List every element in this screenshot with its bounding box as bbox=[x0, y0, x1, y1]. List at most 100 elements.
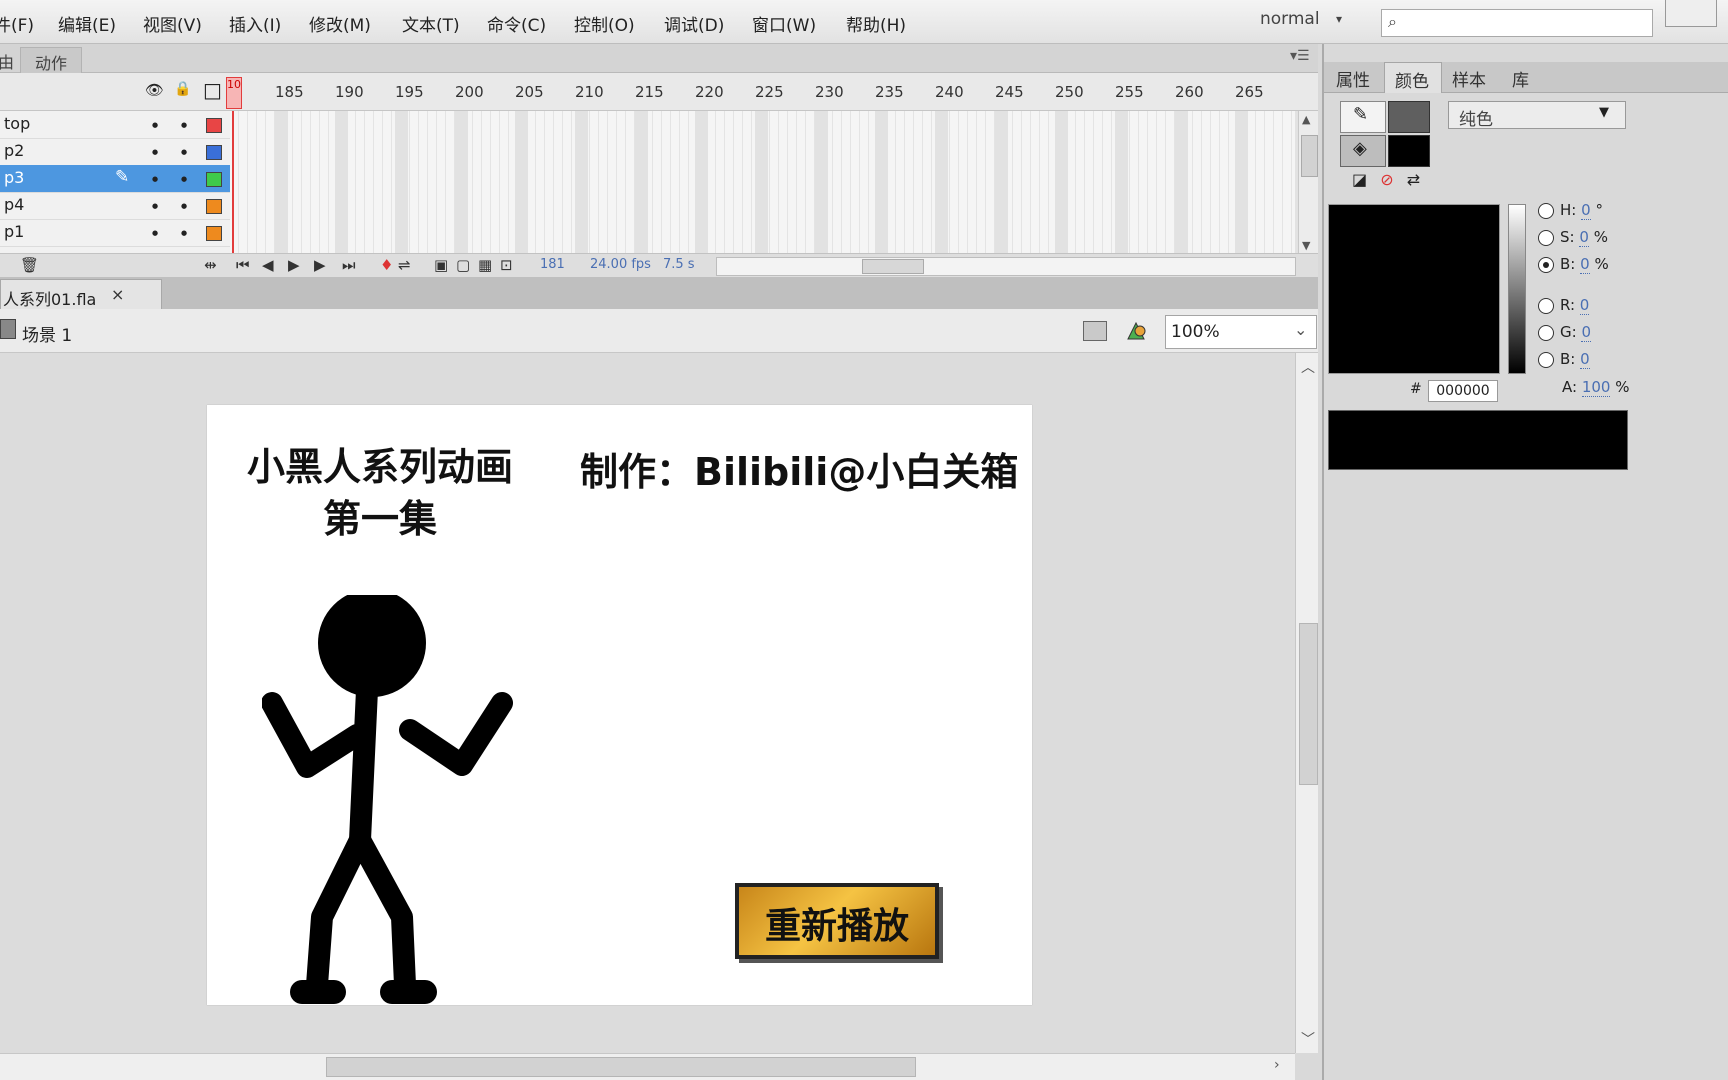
last-frame-icon[interactable]: ⏭ bbox=[342, 256, 356, 274]
edit-multiple-frames-icon[interactable]: ▦ bbox=[478, 256, 492, 274]
layer-outline-swatch[interactable] bbox=[206, 172, 222, 187]
blue-value[interactable]: 0 bbox=[1580, 350, 1590, 369]
search-input[interactable]: ⌕ bbox=[1381, 9, 1653, 37]
fill-color-tool[interactable]: ◈ bbox=[1340, 135, 1386, 167]
color-type-select[interactable]: 纯色 ▼ bbox=[1448, 101, 1626, 130]
visibility-dot[interactable]: ● bbox=[152, 148, 158, 156]
edit-symbols-icon[interactable] bbox=[1124, 319, 1148, 341]
menu-item-10[interactable]: 帮助(H) bbox=[846, 11, 906, 36]
scroll-up-icon[interactable]: ▲ bbox=[1302, 113, 1310, 126]
title-credit[interactable]: 制作：Bilibili@小白关箱 bbox=[580, 441, 1018, 496]
stage[interactable]: 小黑人系列动画 第一集 制作：Bilibili@小白关箱 重新播放 bbox=[207, 405, 1032, 1005]
first-frame-icon[interactable]: ⏮ bbox=[236, 256, 250, 274]
tab-motion-editor[interactable]: 动作 bbox=[20, 47, 82, 75]
prev-frame-icon[interactable]: ◀ bbox=[262, 256, 274, 274]
lock-dot[interactable]: ● bbox=[181, 229, 187, 237]
document-tab[interactable]: 人系列01.fla × bbox=[0, 279, 162, 310]
lock-dot[interactable]: ● bbox=[181, 202, 187, 210]
menu-item-5[interactable]: 文本(T) bbox=[402, 11, 460, 36]
scene-breadcrumb[interactable]: 场景 1 bbox=[22, 321, 72, 346]
resize-handle-icon[interactable]: ⇹ bbox=[204, 256, 217, 274]
scroll-thumb[interactable] bbox=[1301, 135, 1318, 177]
chevron-down-icon[interactable]: ﹀ bbox=[1301, 1029, 1315, 1049]
stroke-color-swatch[interactable] bbox=[1388, 101, 1430, 133]
red-value[interactable]: 0 bbox=[1579, 296, 1590, 315]
center-frame-icon[interactable]: ♦ bbox=[380, 256, 393, 274]
lock-dot[interactable]: ● bbox=[181, 148, 187, 156]
fill-color-swatch[interactable] bbox=[1388, 135, 1430, 167]
blue-row[interactable]: B: 0 bbox=[1538, 350, 1590, 369]
chevron-right-icon[interactable]: › bbox=[1274, 1057, 1280, 1073]
hex-input[interactable]: 000000 bbox=[1428, 380, 1498, 402]
hue-value[interactable]: 0 bbox=[1581, 201, 1591, 220]
playhead-marker[interactable]: 10 bbox=[226, 77, 242, 109]
swap-colors-icon[interactable]: ⇄ bbox=[1407, 170, 1420, 189]
brightness-radio[interactable] bbox=[1538, 256, 1554, 273]
visibility-dot[interactable]: ● bbox=[152, 121, 158, 129]
eye-icon[interactable]: 👁 bbox=[145, 81, 164, 99]
tab-color[interactable]: 颜色 bbox=[1384, 62, 1442, 93]
menu-item-9[interactable]: 窗口(W) bbox=[752, 11, 816, 36]
tab-library[interactable]: 库 bbox=[1512, 66, 1529, 91]
chevron-down-icon[interactable]: ▼ bbox=[1599, 105, 1609, 120]
no-color-icon[interactable]: ⊘ bbox=[1380, 170, 1393, 189]
blue-radio[interactable] bbox=[1538, 351, 1554, 368]
green-value[interactable]: 0 bbox=[1581, 323, 1592, 342]
layer-row-p1[interactable]: p1 ● ● bbox=[0, 219, 230, 247]
chevron-up-icon[interactable]: ︿ bbox=[1301, 357, 1315, 377]
scroll-thumb[interactable] bbox=[1299, 623, 1318, 785]
zoom-select[interactable]: 100% ⌄ bbox=[1165, 315, 1317, 349]
scroll-down-icon[interactable]: ▼ bbox=[1302, 239, 1310, 252]
scroll-thumb[interactable] bbox=[326, 1057, 916, 1077]
saturation-radio[interactable] bbox=[1538, 229, 1554, 246]
menu-item-7[interactable]: 控制(O) bbox=[574, 11, 635, 36]
hue-row[interactable]: H: 0 ° bbox=[1538, 201, 1603, 220]
lock-dot[interactable]: ● bbox=[181, 121, 187, 129]
edit-scene-icon[interactable] bbox=[1083, 321, 1107, 341]
panel-menu-icon[interactable]: ▾☰ bbox=[1290, 48, 1310, 64]
green-row[interactable]: G: 0 bbox=[1538, 323, 1592, 342]
stroke-color-tool[interactable]: ✎ bbox=[1340, 101, 1386, 133]
menu-item-1[interactable]: 编辑(E) bbox=[58, 11, 116, 36]
layer-row-top[interactable]: top ● ● bbox=[0, 111, 230, 139]
stickman-figure[interactable] bbox=[262, 595, 542, 1015]
next-frame-icon[interactable]: ▶ bbox=[314, 256, 326, 274]
red-radio[interactable] bbox=[1538, 297, 1554, 314]
menu-item-0[interactable]: 件(F) bbox=[0, 11, 34, 36]
brightness-slider[interactable] bbox=[1508, 204, 1526, 374]
layer-outline-swatch[interactable] bbox=[206, 118, 222, 133]
layer-outline-swatch[interactable] bbox=[206, 199, 222, 214]
onion-skin-icon[interactable]: ▣ bbox=[434, 256, 448, 274]
chevron-down-icon[interactable]: ⌄ bbox=[1294, 320, 1307, 339]
layer-row-p4[interactable]: p4 ● ● bbox=[0, 192, 230, 220]
menu-item-8[interactable]: 调试(D) bbox=[664, 11, 724, 36]
menu-item-4[interactable]: 修改(M) bbox=[309, 11, 371, 36]
onion-markers-icon[interactable]: ⊡ bbox=[500, 256, 513, 274]
window-controls[interactable] bbox=[1665, 0, 1717, 27]
stage-horizontal-scrollbar[interactable]: › bbox=[0, 1053, 1295, 1080]
color-spectrum[interactable] bbox=[1328, 204, 1500, 374]
tab-properties[interactable]: 属性 bbox=[1336, 66, 1370, 91]
visibility-dot[interactable]: ● bbox=[152, 175, 158, 183]
layer-outline-swatch[interactable] bbox=[206, 226, 222, 241]
tab-timeline[interactable]: 由 bbox=[0, 49, 14, 73]
play-icon[interactable]: ▶ bbox=[288, 256, 300, 274]
red-row[interactable]: R: 0 bbox=[1538, 296, 1590, 315]
workspace-caret-icon[interactable]: ▾ bbox=[1336, 12, 1342, 26]
loop-icon[interactable]: ⇌ bbox=[398, 256, 411, 274]
tab-swatches[interactable]: 样本 bbox=[1452, 66, 1486, 91]
workspace-selector[interactable]: normal bbox=[1260, 9, 1320, 29]
outline-icon[interactable]: □ bbox=[203, 78, 222, 102]
green-radio[interactable] bbox=[1538, 324, 1554, 341]
layer-outline-swatch[interactable] bbox=[206, 145, 222, 160]
brightness-row[interactable]: B: 0 % bbox=[1538, 255, 1609, 274]
onion-outline-icon[interactable]: ▢ bbox=[456, 256, 470, 274]
title-series[interactable]: 小黑人系列动画 第一集 bbox=[247, 441, 513, 545]
lock-dot[interactable]: ● bbox=[181, 175, 187, 183]
replay-button[interactable]: 重新播放 bbox=[735, 883, 939, 959]
menu-item-6[interactable]: 命令(C) bbox=[487, 11, 546, 36]
black-white-icon[interactable]: ◪ bbox=[1352, 170, 1367, 189]
layer-row-p3[interactable]: p3 ✎ ● ● bbox=[0, 165, 230, 193]
brightness-value[interactable]: 0 bbox=[1580, 255, 1590, 274]
saturation-row[interactable]: S: 0 % bbox=[1538, 228, 1608, 247]
